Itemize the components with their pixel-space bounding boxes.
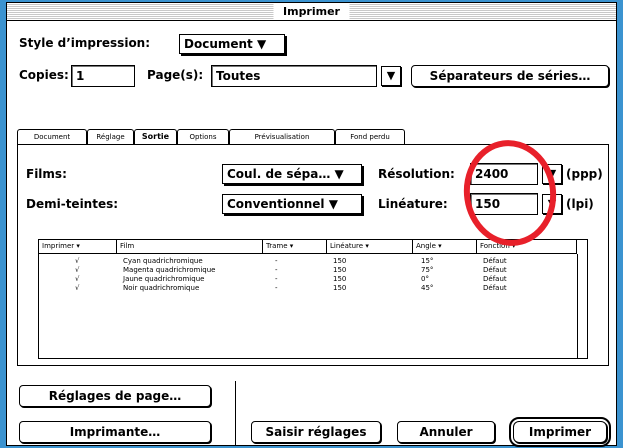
column-header-trame[interactable]: Trame ▾ <box>263 240 327 254</box>
column-header-film[interactable]: Film <box>117 240 263 254</box>
column-header-fonction[interactable]: Fonction ▾ <box>477 240 577 254</box>
lineature-value: 150 <box>333 275 347 283</box>
film-name: Noir quadrichromique <box>123 284 200 292</box>
function-value: Défaut <box>483 257 507 265</box>
column-header-lineature[interactable]: Linéature ▾ <box>327 240 413 254</box>
copies-field[interactable]: 1 <box>71 65 135 87</box>
triangle-down-icon: ▼ <box>256 37 267 51</box>
column-header-imprimer[interactable]: Imprimer ▾ <box>39 240 117 254</box>
table-scrollbar[interactable] <box>577 254 587 358</box>
lineature-label: Linéature: <box>378 197 448 211</box>
triangle-down-icon: ▼ <box>328 197 338 211</box>
halftone-label: Demi-teintes: <box>26 197 119 211</box>
resolution-label: Résolution: <box>378 167 455 181</box>
print-style-popup[interactable]: Document ▼ <box>179 34 285 54</box>
function-value: Défaut <box>483 284 507 292</box>
collate-separators-button[interactable]: Séparateurs de séries… <box>411 65 609 87</box>
tab-document[interactable]: Document <box>17 129 87 145</box>
tab-reglage[interactable]: Réglage <box>87 129 134 145</box>
resolution-field[interactable]: 2400 <box>470 163 538 185</box>
film-name: Jaune quadrichromique <box>123 275 205 283</box>
print-dialog: Imprimer Style d’impression: Document ▼ … <box>6 2 617 447</box>
output-panel: Films: Coul. de sépa… ▼ Demi-teintes: Co… <box>17 144 609 366</box>
triangle-down-icon: ▾ <box>76 242 80 250</box>
lineature-unit: (lpi) <box>566 197 594 211</box>
print-style-label: Style d’impression: <box>19 36 151 50</box>
pages-label: Page(s): <box>147 68 204 82</box>
column-header-angle[interactable]: Angle ▾ <box>413 240 477 254</box>
page-setup-button[interactable]: Réglages de page… <box>19 385 211 407</box>
title-bar[interactable]: Imprimer <box>7 3 616 21</box>
print-check[interactable]: √ <box>75 275 79 284</box>
lineature-value: 150 <box>333 257 347 265</box>
tab-previsualisation[interactable]: Prévisualisation <box>229 129 335 145</box>
films-label: Films: <box>26 167 67 181</box>
dialog-title: Imprimer <box>273 4 350 19</box>
angle-value: 15° <box>421 257 434 265</box>
lineature-value: 150 <box>333 266 347 274</box>
function-value: Défaut <box>483 266 507 274</box>
print-check[interactable]: √ <box>75 257 79 266</box>
capture-settings-button[interactable]: Saisir réglages <box>251 421 381 443</box>
resolution-unit: (ppp) <box>566 167 603 181</box>
print-style-value: Document <box>184 37 253 51</box>
angle-value: 45° <box>421 284 434 292</box>
tab-options[interactable]: Options <box>177 129 229 145</box>
triangle-down-icon: ▾ <box>289 242 294 250</box>
print-check[interactable]: √ <box>75 266 79 275</box>
trame-value: - <box>275 266 278 274</box>
angle-value: 75° <box>421 266 434 274</box>
films-popup[interactable]: Coul. de sépa… ▼ <box>222 164 362 184</box>
plates-table: Imprimer ▾ Film Trame ▾ Linéature ▾ Angl… <box>38 239 588 359</box>
triangle-down-icon[interactable]: ▼ <box>542 194 562 214</box>
lineature-value: 150 <box>333 284 347 292</box>
triangle-down-icon: ▾ <box>438 242 442 250</box>
cancel-button[interactable]: Annuler <box>397 421 495 443</box>
trame-value: - <box>275 257 278 265</box>
function-value: Défaut <box>483 275 507 283</box>
triangle-down-icon: ▾ <box>512 242 516 250</box>
tab-sortie[interactable]: Sortie <box>134 129 177 145</box>
angle-value: 0° <box>421 275 429 283</box>
triangle-down-icon[interactable]: ▼ <box>542 164 562 184</box>
tab-fond-perdu[interactable]: Fond perdu <box>335 129 405 145</box>
trame-value: - <box>275 284 278 292</box>
halftone-popup[interactable]: Conventionnel ▼ <box>222 194 362 214</box>
halftone-value: Conventionnel <box>227 197 325 211</box>
film-name: Cyan quadrichromique <box>123 257 203 265</box>
print-check[interactable]: √ <box>75 284 79 293</box>
printer-button[interactable]: Imprimante… <box>19 421 211 443</box>
triangle-down-icon: ▼ <box>334 167 344 181</box>
triangle-down-icon[interactable]: ▼ <box>381 66 401 86</box>
pages-field[interactable]: Toutes <box>211 65 377 87</box>
lineature-field[interactable]: 150 <box>470 193 538 215</box>
print-button[interactable]: Imprimer <box>509 417 611 447</box>
triangle-down-icon: ▾ <box>365 242 369 250</box>
films-value: Coul. de sépa… <box>227 167 331 181</box>
trame-value: - <box>275 275 278 283</box>
copies-label: Copies: <box>19 68 69 82</box>
film-name: Magenta quadrichromique <box>123 266 216 274</box>
divider <box>235 381 236 445</box>
